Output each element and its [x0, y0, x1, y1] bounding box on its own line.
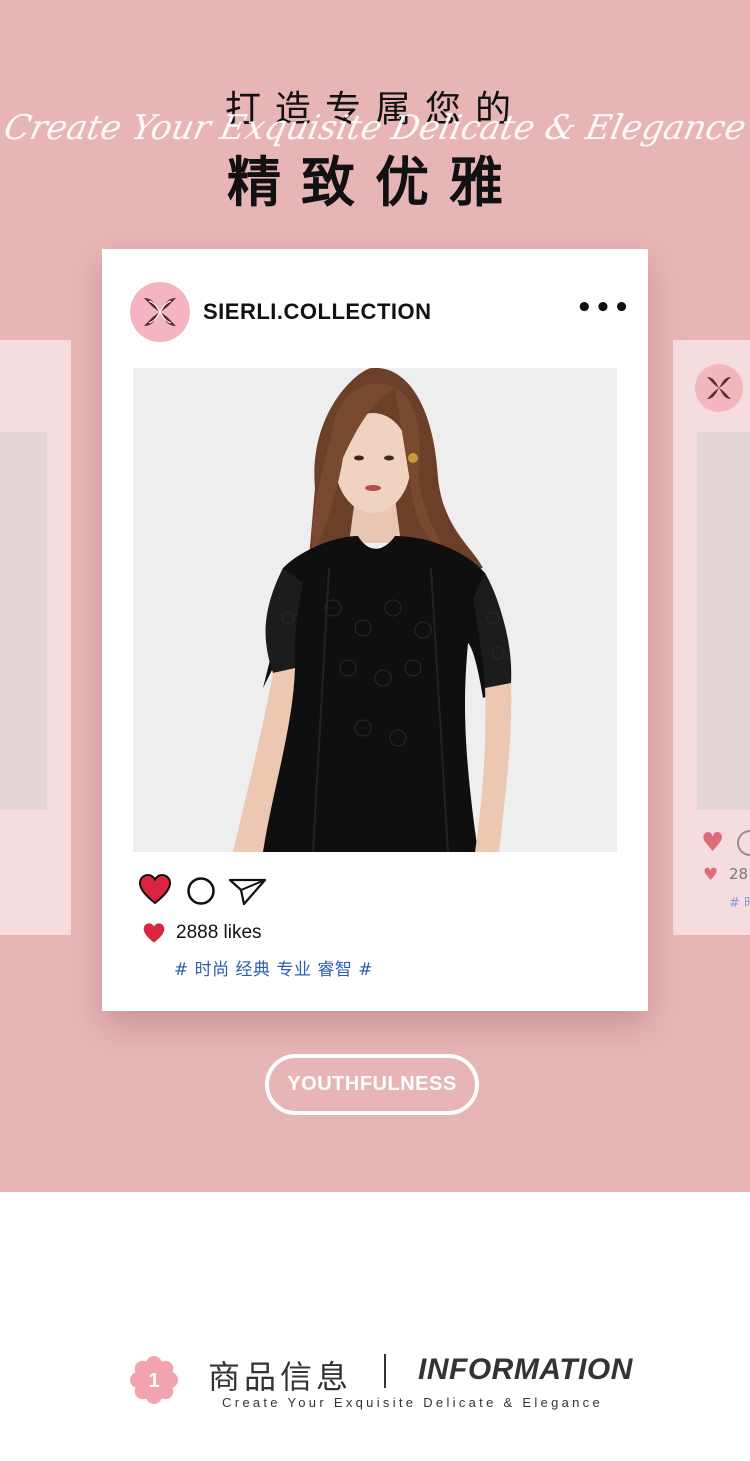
side-card-like-icon: ♥: [703, 865, 719, 885]
youthfulness-button[interactable]: YOUTHFULNESS: [265, 1054, 479, 1115]
side-card-left[interactable]: [0, 340, 71, 935]
side-card-left-image: [0, 432, 47, 810]
side-card-heart-icon: ♥: [701, 828, 725, 858]
more-options-icon[interactable]: •••: [576, 293, 632, 323]
likes-heart-icon: [142, 922, 166, 948]
info-title-en: INFORMATION: [418, 1353, 633, 1386]
like-heart-icon[interactable]: [138, 873, 172, 909]
hero-title-line2: 精致优雅: [227, 151, 523, 214]
side-card-tags: # 时: [729, 896, 750, 911]
side-card-right[interactable]: ♥ ♥ 28 # 时: [673, 340, 750, 935]
post-hashtags[interactable]: # 时尚 经典 专业 睿智 #: [174, 955, 373, 980]
share-icon[interactable]: [228, 876, 268, 910]
side-card-logo-icon: [695, 364, 743, 412]
side-card-comment-icon: [737, 830, 750, 856]
post-photo[interactable]: [133, 368, 617, 852]
info-title-cn: 商品信息: [208, 1358, 353, 1396]
side-card-right-image: [697, 432, 750, 810]
post-card: SIERLI.COLLECTION ••• 2888 likes # 时尚 经典…: [102, 249, 648, 1011]
side-card-likes: 28: [729, 865, 749, 883]
hero-section: 打造专属您的 Create Your Exquisite Delicate & …: [0, 0, 750, 1192]
info-subtitle: Create Your Exquisite Delicate & Eleganc…: [222, 1395, 604, 1410]
youthfulness-label: YOUTHFULNESS: [287, 1073, 457, 1095]
account-name[interactable]: SIERLI.COLLECTION: [203, 299, 432, 325]
number-label: 1: [148, 1370, 159, 1392]
comment-icon[interactable]: [186, 876, 216, 910]
number-flower-icon: 1: [130, 1356, 178, 1404]
likes-count: 2888 likes: [176, 922, 262, 943]
brand-logo-icon[interactable]: [130, 282, 190, 342]
info-separator: [384, 1354, 386, 1388]
